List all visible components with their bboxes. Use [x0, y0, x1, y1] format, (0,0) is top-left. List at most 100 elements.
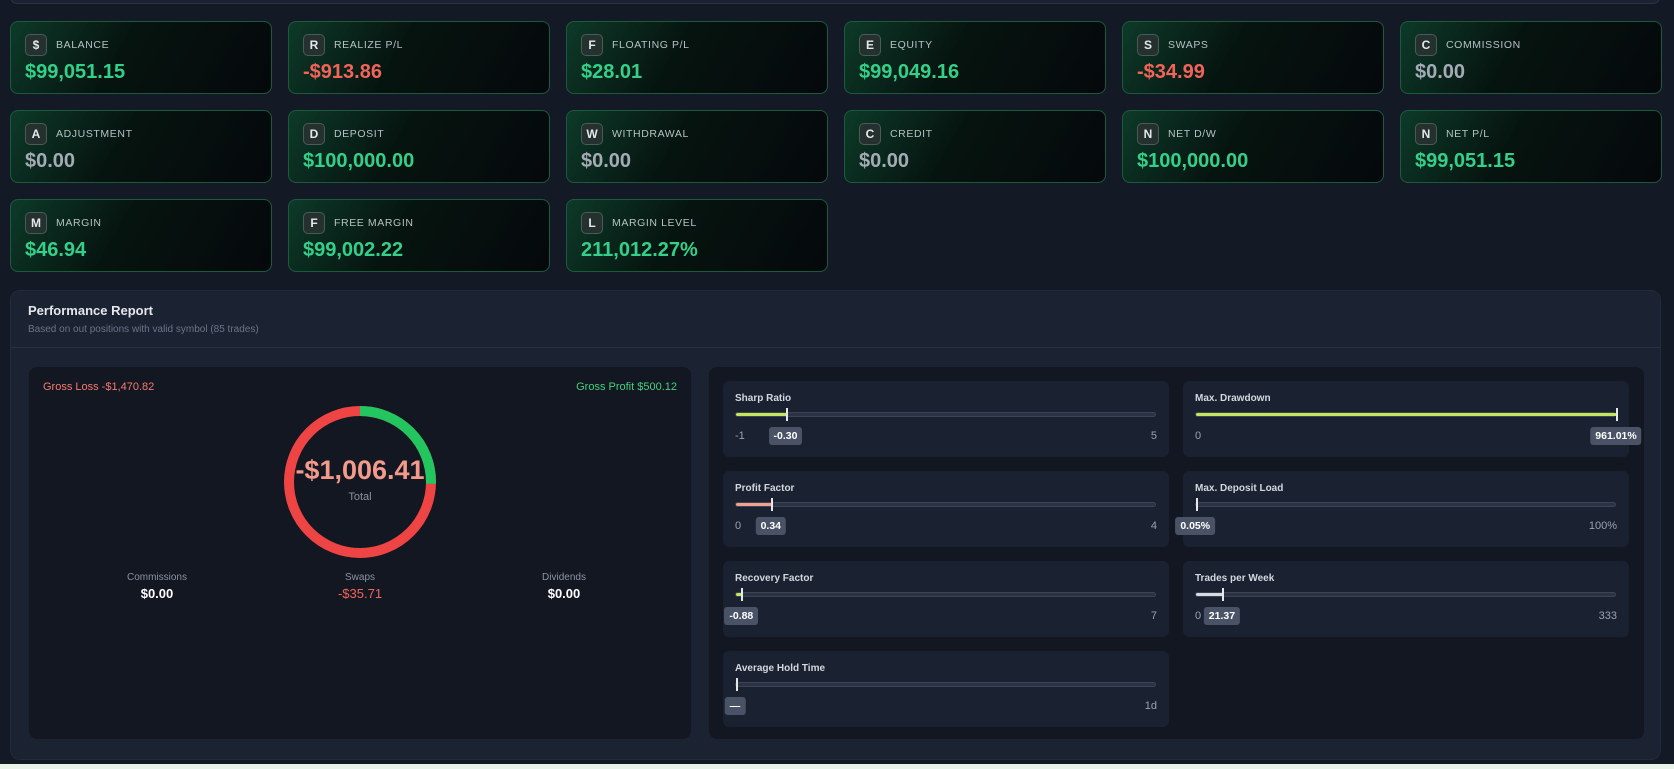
metric-max: 5: [1150, 430, 1157, 442]
metric-min: 0: [1195, 610, 1202, 622]
stat-dividends: Dividends $0.00: [484, 572, 644, 601]
metrics-panel: Sharp Ratio -1 5 -0.30 Max. Drawdown 0 9…: [709, 367, 1644, 739]
commission-badge-icon: C: [1415, 34, 1437, 56]
metric-sharp-ratio: Sharp Ratio -1 5 -0.30: [723, 381, 1169, 457]
metric-value-tag: 21.37: [1203, 607, 1241, 625]
metric-profit-factor: Profit Factor 0 4 0.34: [723, 471, 1169, 547]
metric-title: Max. Deposit Load: [1195, 483, 1284, 494]
card-value: $28.01: [581, 61, 643, 83]
card-label: MARGIN LEVEL: [612, 217, 697, 229]
card-label: NET P/L: [1446, 128, 1490, 140]
card-value: $100,000.00: [1137, 150, 1249, 172]
card-value: $100,000.00: [303, 150, 415, 172]
metric-track: [735, 678, 1156, 691]
metric-title: Trades per Week: [1195, 573, 1275, 584]
bottom-edge: [0, 764, 1674, 769]
stat-label: Dividends: [542, 572, 586, 583]
gross-loss-label: Gross Loss -$1,470.82: [43, 381, 155, 393]
card-value: $0.00: [859, 150, 910, 172]
floating-pl-badge-icon: F: [581, 34, 603, 56]
metric-marker: [1196, 498, 1198, 511]
gross-profit-label: Gross Profit $500.12: [576, 381, 677, 393]
card-value: $0.00: [25, 150, 76, 172]
performance-report: Performance Report Based on out position…: [10, 290, 1661, 760]
metric-max: 4: [1150, 520, 1157, 532]
metric-fill: [1196, 593, 1223, 596]
metric-min: 0: [735, 520, 742, 532]
metric-title: Profit Factor: [735, 483, 795, 494]
swaps-badge-icon: S: [1137, 34, 1159, 56]
card-value: $0.00: [1415, 61, 1466, 83]
metric-track: [735, 588, 1156, 601]
metric-recovery-factor: Recovery Factor 7 -0.88: [723, 561, 1169, 637]
realize-pl-badge-icon: R: [303, 34, 325, 56]
card-label: MARGIN: [56, 217, 102, 229]
equity-badge-icon: E: [859, 34, 881, 56]
card-value: $0.00: [581, 150, 632, 172]
card-label: REALIZE P/L: [334, 39, 404, 51]
top-panel-edge: [10, 0, 1660, 4]
card-net-dw: N NET D/W $100,000.00: [1122, 110, 1384, 183]
metric-fill: [1196, 413, 1617, 416]
performance-title: Performance Report: [28, 303, 153, 318]
metric-value-tag: -0.88: [724, 607, 759, 625]
stat-commissions: Commissions $0.00: [77, 572, 237, 601]
margin-level-badge-icon: L: [581, 212, 603, 234]
metric-marker: [1616, 408, 1618, 421]
metric-min: -1: [735, 430, 745, 442]
total-value: -$1,006.41: [295, 455, 425, 485]
net-pl-badge-icon: N: [1415, 123, 1437, 145]
card-commission: C COMMISSION $0.00: [1400, 21, 1662, 94]
metric-average-hold-time: Average Hold Time n 1d —: [723, 651, 1169, 727]
card-label: FLOATING P/L: [612, 39, 690, 51]
card-label: DEPOSIT: [334, 128, 385, 140]
card-value: $99,049.16: [859, 61, 960, 83]
metric-max-drawdown: Max. Drawdown 0 961.01%: [1183, 381, 1642, 457]
card-credit: C CREDIT $0.00: [844, 110, 1106, 183]
card-label: BALANCE: [56, 39, 110, 51]
metric-title: Max. Drawdown: [1195, 393, 1271, 404]
stat-label: Swaps: [344, 572, 375, 583]
card-equity: E EQUITY $99,049.16: [844, 21, 1106, 94]
metric-title: Recovery Factor: [735, 573, 814, 584]
net-dw-badge-icon: N: [1137, 123, 1159, 145]
metric-value-tag: —: [724, 697, 746, 715]
account-summary-cards: $ BALANCE $99,051.15 R REALIZE P/L -$913.8…: [10, 21, 1662, 272]
metric-value-tag: 961.01%: [1590, 427, 1642, 445]
metric-fill: [736, 503, 772, 506]
metric-max: 333: [1598, 610, 1617, 622]
metric-max-deposit-load: Max. Deposit Load 100% 0.05%: [1175, 471, 1629, 547]
metric-fill: [736, 413, 787, 416]
total-label: Total: [348, 491, 372, 503]
card-label: ADJUSTMENT: [56, 128, 133, 140]
card-value: $46.94: [25, 239, 87, 261]
metric-track: [1195, 498, 1616, 511]
card-withdrawal: W WITHDRAWAL $0.00: [566, 110, 828, 183]
metric-max: 1d: [1144, 700, 1157, 712]
stat-value: $0.00: [140, 586, 174, 601]
divider: [11, 347, 1660, 348]
card-label: SWAPS: [1168, 39, 1209, 51]
margin-badge-icon: M: [25, 212, 47, 234]
card-margin: M MARGIN $46.94: [10, 199, 272, 272]
metric-trades-per-week: Trades per Week 0 333 21.37: [1183, 561, 1629, 637]
stat-value: $0.00: [547, 586, 581, 601]
metric-max: 100%: [1588, 520, 1617, 532]
card-label: CREDIT: [890, 128, 933, 140]
card-value: 211,012.27%: [581, 239, 698, 261]
metric-track: [1195, 408, 1618, 421]
metric-value-tag: -0.30: [768, 427, 803, 445]
metric-title: Average Hold Time: [735, 663, 826, 674]
card-value: $99,002.22: [303, 239, 404, 261]
card-value: -$34.99: [1137, 61, 1205, 83]
metric-min: 0: [1195, 430, 1202, 442]
metric-value-tag: 0.34: [755, 517, 786, 535]
card-label: COMMISSION: [1446, 39, 1521, 51]
adjustment-badge-icon: A: [25, 123, 47, 145]
metric-marker: [785, 408, 788, 421]
stat-swaps: Swaps -$35.71: [280, 572, 440, 601]
deposit-badge-icon: D: [303, 123, 325, 145]
card-value: $99,051.15: [1415, 150, 1516, 172]
card-margin-level: L MARGIN LEVEL 211,012.27%: [566, 199, 828, 272]
card-label: FREE MARGIN: [334, 217, 414, 229]
